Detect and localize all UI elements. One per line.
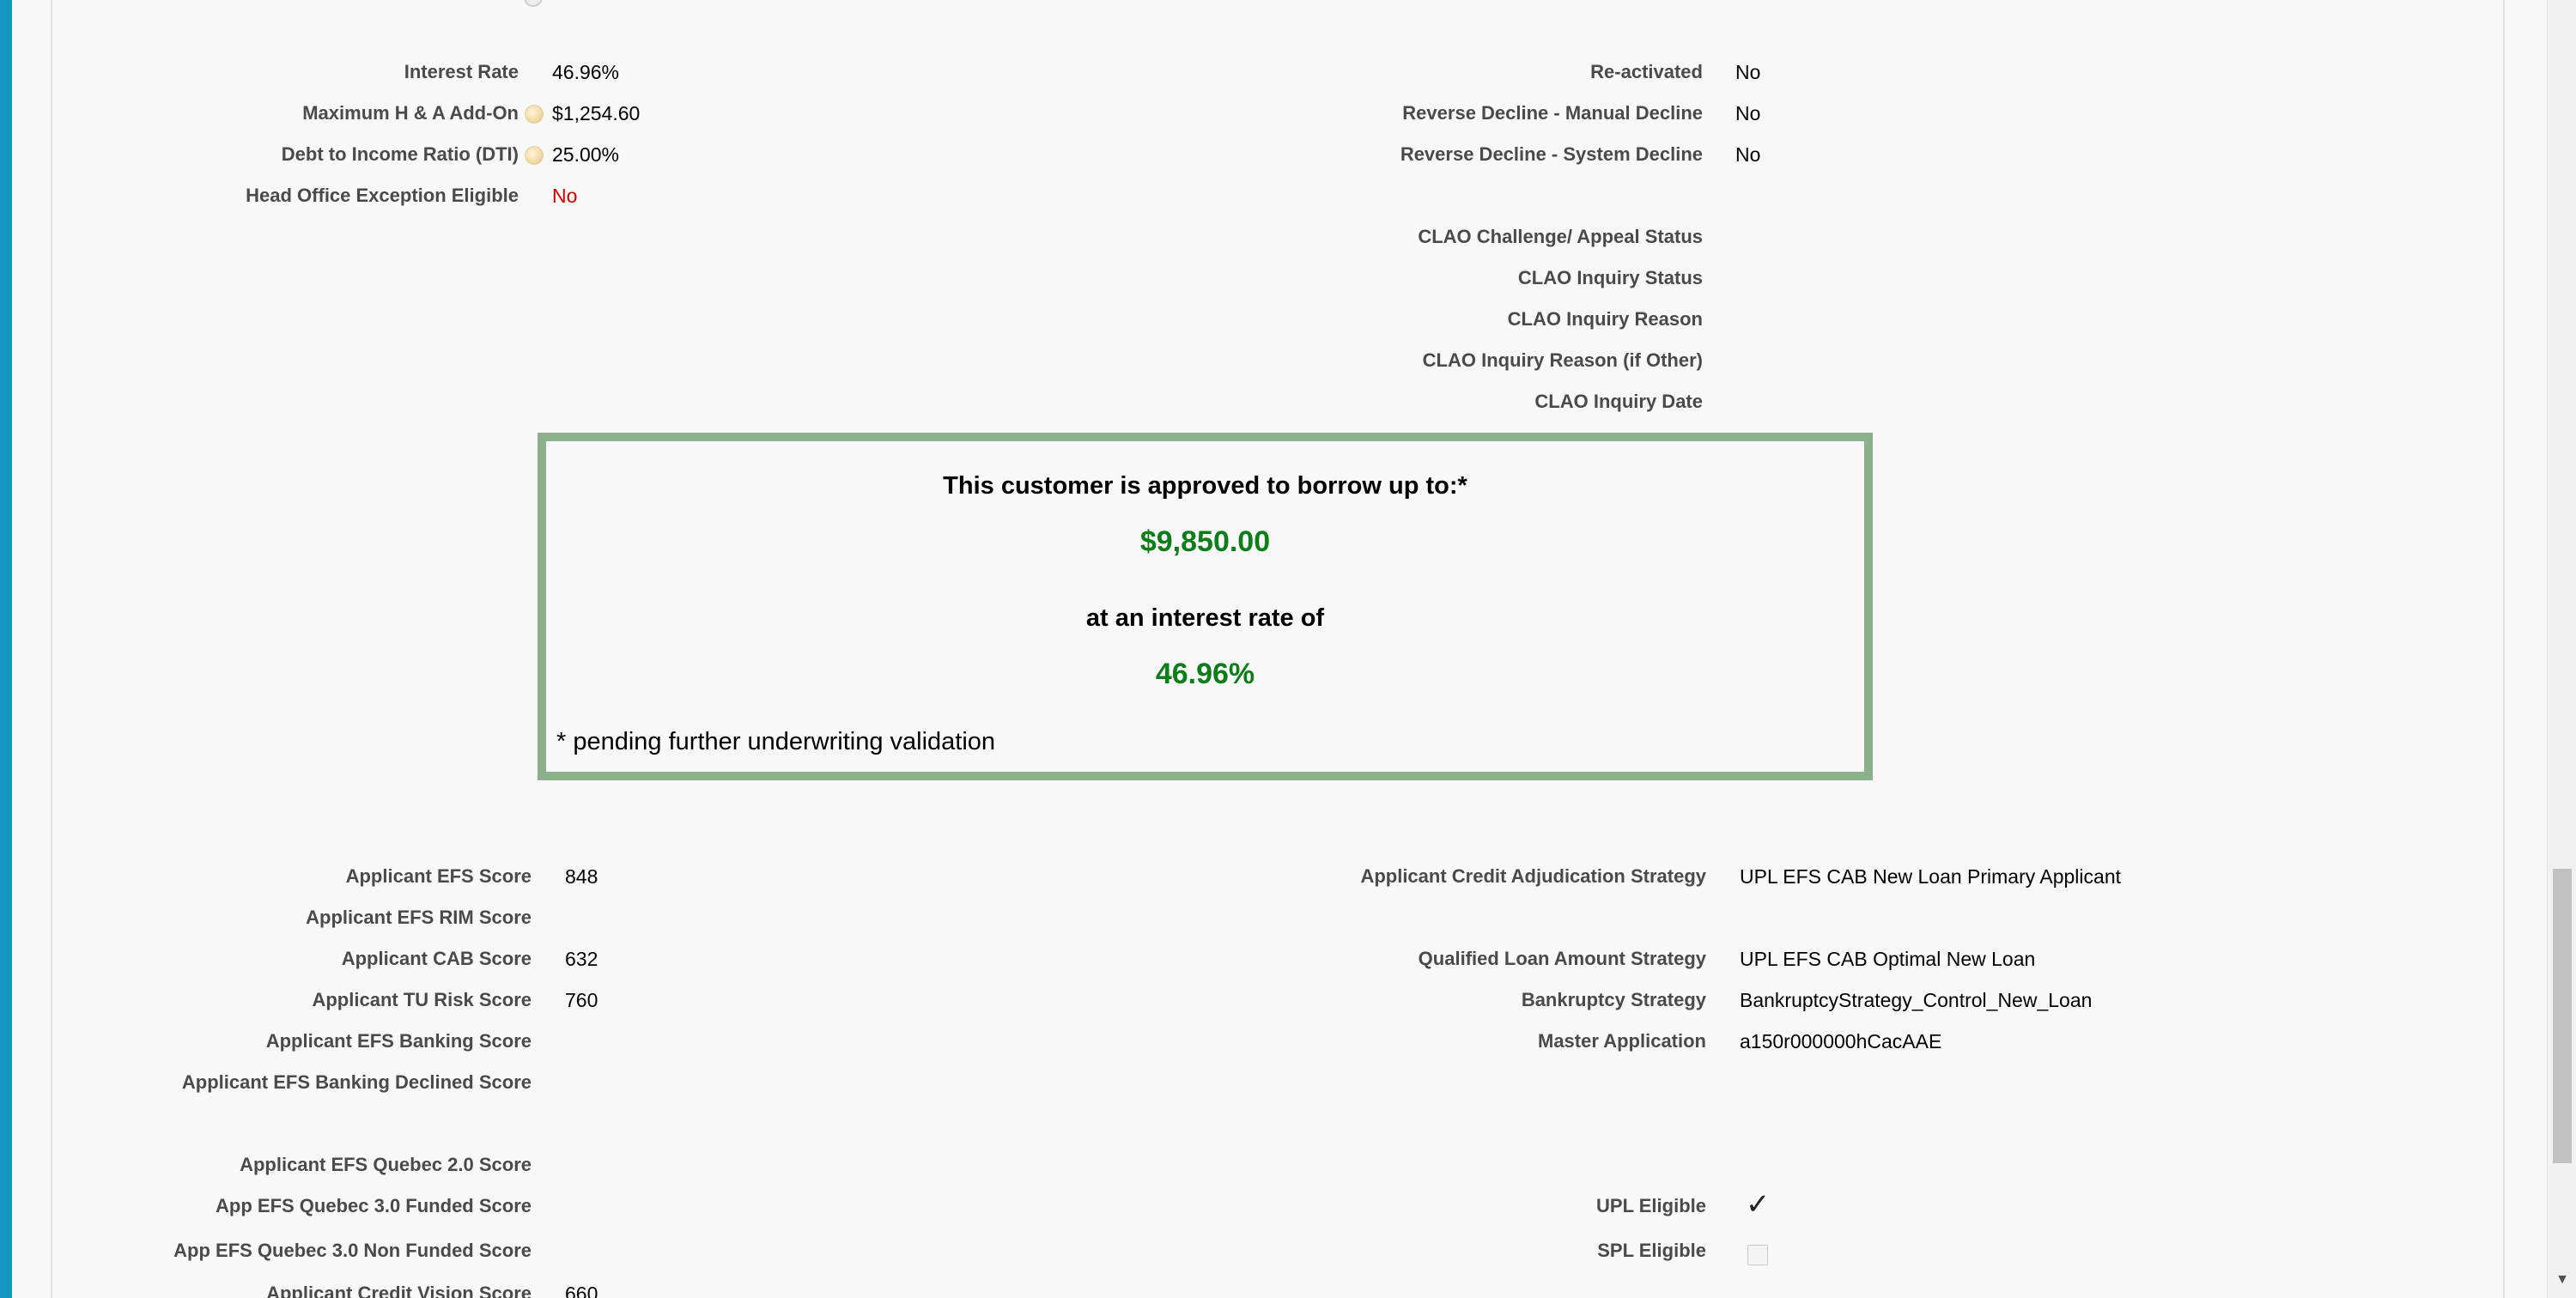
approved-interest-rate: 46.96% — [1155, 658, 1255, 690]
bankruptcy-strategy-value: BankruptcyStrategy_Control_New_Loan — [1740, 989, 2093, 1011]
partial-icon-top — [524, 0, 543, 7]
page-border-right — [2503, 0, 2505, 1298]
clao-inquiry-reason-other-label: CLAO Inquiry Reason (if Other) — [1422, 349, 1703, 371]
max-ha-addon-label: Maximum H & A Add-On — [302, 102, 519, 124]
applicant-cab-score-value: 632 — [565, 948, 598, 970]
checkmark-icon: ✓ — [1746, 1188, 1771, 1221]
app-efs-quebec-3-funded-score-label: App EFS Quebec 3.0 Funded Score — [216, 1195, 532, 1216]
upl-eligible-label: UPL Eligible — [1596, 1195, 1706, 1216]
clao-inquiry-status-label: CLAO Inquiry Status — [1517, 267, 1703, 288]
reverse-decline-system-label: Reverse Decline - System Decline — [1400, 143, 1703, 165]
dti-label: Debt to Income Ratio (DTI) — [281, 143, 519, 165]
applicant-efs-banking-score-label: Applicant EFS Banking Score — [265, 1030, 532, 1052]
approval-footnote: * pending further underwriting validatio… — [556, 728, 996, 755]
reverse-decline-manual-label: Reverse Decline - Manual Decline — [1402, 102, 1703, 124]
approval-summary-box: This customer is approved to borrow up t… — [538, 433, 1873, 780]
left-accent-bar — [0, 0, 12, 1298]
applicant-efs-score-value: 848 — [565, 865, 598, 888]
applicant-credit-vision-score-value: 660 — [565, 1283, 598, 1298]
head-office-exception-value: No — [552, 185, 578, 207]
applicant-tu-risk-score-label: Applicant TU Risk Score — [312, 989, 532, 1010]
clao-inquiry-date-label: CLAO Inquiry Date — [1534, 391, 1703, 412]
bankruptcy-strategy-label: Bankruptcy Strategy — [1521, 989, 1706, 1010]
applicant-efs-rim-score-label: Applicant EFS RIM Score — [306, 907, 532, 928]
help-icon[interactable] — [525, 105, 544, 124]
page-border-left — [51, 0, 52, 1298]
qualified-loan-amount-strategy-value: UPL EFS CAB Optimal New Loan — [1740, 948, 2036, 970]
spl-eligible-checkbox — [1747, 1245, 1768, 1265]
qualified-loan-amount-strategy-label: Qualified Loan Amount Strategy — [1418, 948, 1706, 969]
applicant-efs-score-label: Applicant EFS Score — [345, 865, 532, 887]
interest-rate-label: Interest Rate — [404, 61, 519, 82]
clao-inquiry-reason-label: CLAO Inquiry Reason — [1507, 308, 1703, 330]
scroll-down-arrow-icon[interactable]: ▼ — [2548, 1265, 2576, 1295]
max-ha-addon-value: $1,254.60 — [552, 102, 641, 124]
applicant-credit-vision-score-label: Applicant Credit Vision Score — [266, 1283, 532, 1298]
head-office-exception-label: Head Office Exception Eligible — [246, 185, 519, 206]
app-efs-quebec-3-non-funded-score-label: App EFS Quebec 3.0 Non Funded Score — [173, 1240, 532, 1261]
applicant-efs-quebec-2-score-label: Applicant EFS Quebec 2.0 Score — [240, 1154, 532, 1175]
help-icon[interactable] — [525, 146, 544, 165]
master-application-label: Master Application — [1538, 1030, 1706, 1052]
applicant-tu-risk-score-value: 760 — [565, 989, 598, 1011]
reverse-decline-manual-value: No — [1735, 102, 1761, 124]
spl-eligible-label: SPL Eligible — [1597, 1240, 1706, 1261]
applicant-efs-banking-declined-score-label: Applicant EFS Banking Declined Score — [181, 1071, 532, 1093]
upl-eligible-checkbox: ✓ — [1746, 1190, 1771, 1219]
reactivated-value: No — [1735, 61, 1761, 83]
approved-amount: $9,850.00 — [1139, 525, 1271, 558]
interest-rate-value: 46.96% — [552, 61, 620, 83]
scrollbar-thumb[interactable] — [2553, 869, 2572, 1163]
approval-heading: This customer is approved to borrow up t… — [943, 472, 1467, 500]
master-application-value: a150r000000hCacAAE — [1740, 1030, 1942, 1052]
credit-adjudication-strategy-value: UPL EFS CAB New Loan Primary Applicant — [1740, 865, 2121, 888]
dti-value: 25.00% — [552, 143, 620, 166]
vertical-scrollbar[interactable]: ▼ — [2547, 0, 2576, 1298]
reactivated-label: Re-activated — [1590, 61, 1703, 82]
applicant-cab-score-label: Applicant CAB Score — [341, 948, 532, 969]
reverse-decline-system-value: No — [1735, 143, 1761, 166]
interest-rate-heading: at an interest rate of — [1085, 604, 1325, 632]
clao-challenge-appeal-status-label: CLAO Challenge/ Appeal Status — [1418, 226, 1703, 247]
credit-adjudication-strategy-label: Applicant Credit Adjudication Strategy — [1360, 865, 1706, 887]
